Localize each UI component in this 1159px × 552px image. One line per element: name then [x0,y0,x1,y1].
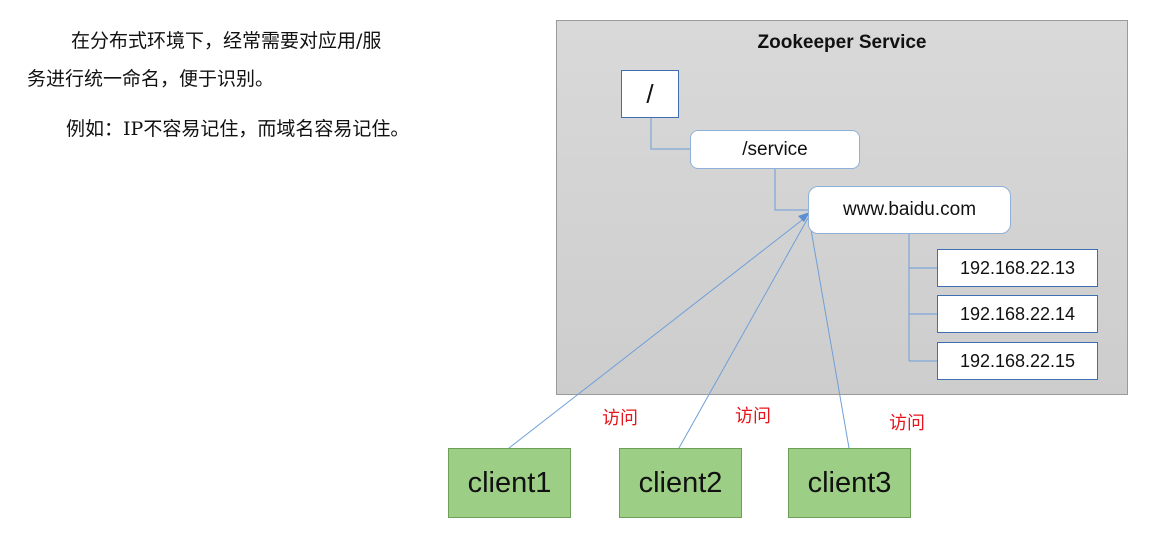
tree-node-ip-2: 192.168.22.14 [937,295,1098,333]
visit-label-1: 访问 [602,408,638,429]
tree-node-service: /service [690,130,860,169]
tree-node-ip-3: 192.168.22.15 [937,342,1098,380]
service-to-domain-connector [774,169,808,211]
root-to-service-connector [650,118,690,150]
tree-node-root: / [621,70,679,118]
tree-node-domain: www.baidu.com [808,186,1011,234]
tree-node-ip-1: 192.168.22.13 [937,249,1098,287]
visit-label-3: 访问 [889,413,925,434]
client-2-box: client2 [619,448,742,518]
visit-label-2: 访问 [735,406,771,427]
client3-access-line [808,217,850,449]
client-1-box: client1 [448,448,571,518]
client-3-box: client3 [788,448,911,518]
